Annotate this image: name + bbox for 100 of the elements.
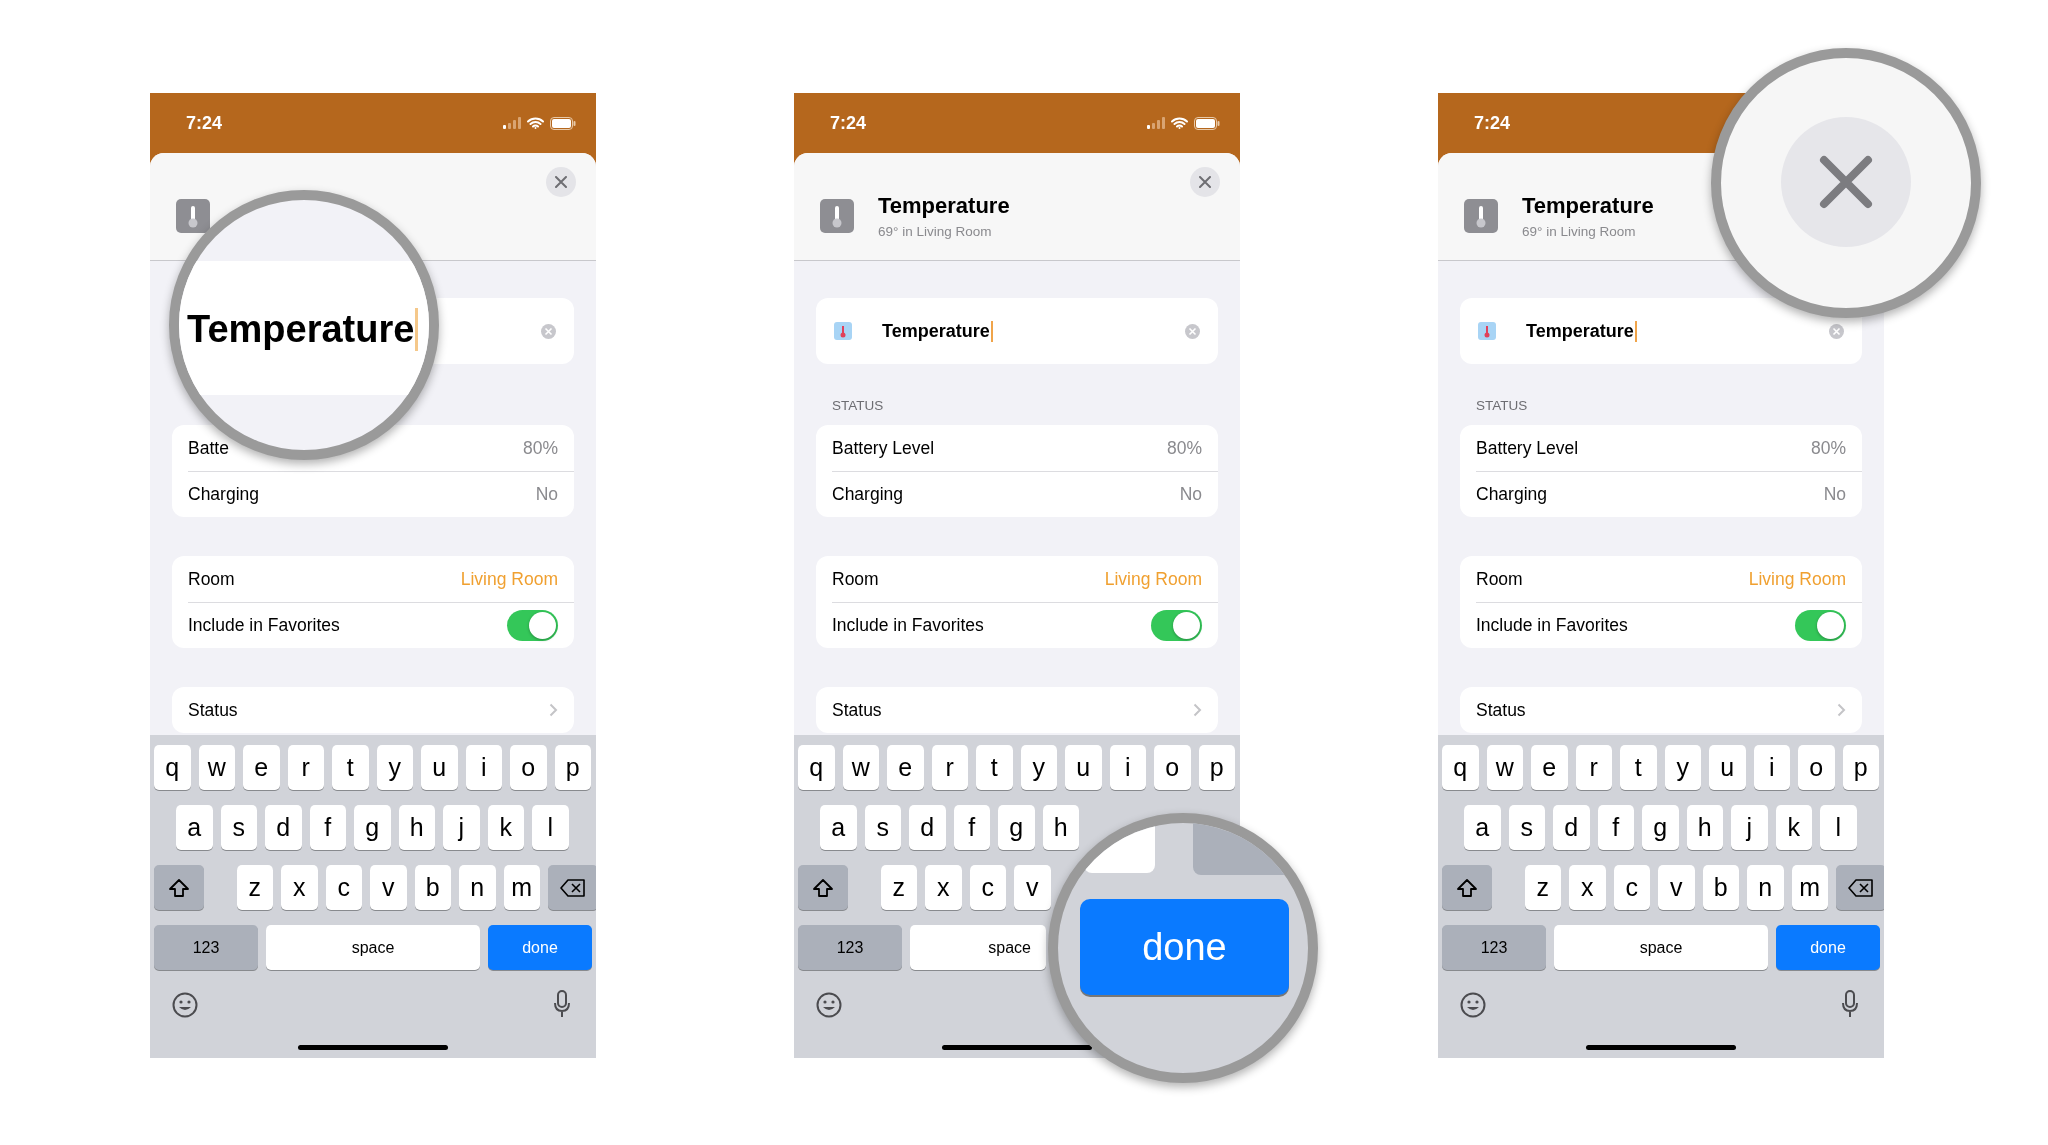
letter-key[interactable]: p bbox=[554, 745, 591, 790]
letter-key[interactable]: d bbox=[265, 805, 302, 850]
microphone-icon[interactable] bbox=[554, 990, 570, 1018]
done-key[interactable]: done bbox=[1776, 925, 1880, 970]
space-key[interactable]: space bbox=[266, 925, 480, 970]
letter-key[interactable]: q bbox=[798, 745, 835, 790]
letter-key[interactable]: m bbox=[1791, 865, 1828, 910]
letter-key[interactable]: g bbox=[1642, 805, 1679, 850]
letter-key[interactable]: f bbox=[953, 805, 990, 850]
letter-key[interactable]: x bbox=[925, 865, 962, 910]
letter-key[interactable]: p bbox=[1842, 745, 1879, 790]
letter-key[interactable]: n bbox=[1747, 865, 1784, 910]
letter-key[interactable]: a bbox=[820, 805, 857, 850]
backspace-key[interactable] bbox=[548, 865, 596, 910]
letter-key[interactable]: i bbox=[1753, 745, 1790, 790]
letter-key[interactable]: e bbox=[1531, 745, 1568, 790]
letter-key[interactable]: j bbox=[443, 805, 480, 850]
letter-key[interactable]: u bbox=[1709, 745, 1746, 790]
letter-key[interactable]: c bbox=[1613, 865, 1650, 910]
toggle-switch[interactable] bbox=[507, 609, 558, 641]
microphone-icon[interactable] bbox=[1842, 990, 1858, 1018]
letter-key[interactable]: b bbox=[1702, 865, 1739, 910]
letter-key[interactable]: s bbox=[864, 805, 901, 850]
letter-key[interactable]: c bbox=[969, 865, 1006, 910]
letter-key[interactable]: h bbox=[1686, 805, 1723, 850]
letter-key[interactable]: d bbox=[1553, 805, 1590, 850]
numbers-key[interactable]: 123 bbox=[154, 925, 258, 970]
letter-key[interactable]: y bbox=[1020, 745, 1057, 790]
letter-key[interactable]: v bbox=[370, 865, 407, 910]
close-button[interactable] bbox=[546, 167, 576, 197]
letter-key[interactable]: w bbox=[842, 745, 879, 790]
letter-key[interactable]: f bbox=[309, 805, 346, 850]
letter-key[interactable]: w bbox=[1486, 745, 1523, 790]
emoji-icon[interactable] bbox=[816, 992, 842, 1018]
row-label[interactable]: Status bbox=[188, 699, 238, 721]
letter-key[interactable]: a bbox=[1464, 805, 1501, 850]
letter-key[interactable]: e bbox=[243, 745, 280, 790]
shift-key[interactable] bbox=[1442, 865, 1492, 910]
row-label[interactable]: Status bbox=[832, 699, 882, 721]
letter-key[interactable]: v bbox=[1014, 865, 1051, 910]
letter-key[interactable]: g bbox=[998, 805, 1035, 850]
space-key[interactable]: space bbox=[1554, 925, 1768, 970]
letter-key[interactable]: i bbox=[1109, 745, 1146, 790]
done-key[interactable]: done bbox=[1080, 899, 1289, 995]
letter-key[interactable]: q bbox=[1442, 745, 1479, 790]
letter-key[interactable]: t bbox=[332, 745, 369, 790]
letter-key[interactable]: a bbox=[176, 805, 213, 850]
letter-key[interactable]: s bbox=[220, 805, 257, 850]
letter-key[interactable]: u bbox=[421, 745, 458, 790]
letter-key[interactable]: y bbox=[376, 745, 413, 790]
name-field[interactable]: Temperature bbox=[816, 298, 1218, 364]
letter-key[interactable]: o bbox=[1154, 745, 1191, 790]
row-label[interactable]: Status bbox=[1476, 699, 1526, 721]
letter-key[interactable]: c bbox=[325, 865, 362, 910]
letter-key[interactable]: d bbox=[909, 805, 946, 850]
letter-key[interactable]: f bbox=[1597, 805, 1634, 850]
letter-key[interactable]: m bbox=[503, 865, 540, 910]
backspace-key[interactable] bbox=[1836, 865, 1884, 910]
letter-key[interactable]: v bbox=[1658, 865, 1695, 910]
toggle-switch[interactable] bbox=[1151, 609, 1202, 641]
letter-key[interactable]: i bbox=[465, 745, 502, 790]
letter-key[interactable]: q bbox=[154, 745, 191, 790]
name-field[interactable]: Temperature bbox=[1460, 298, 1862, 364]
letter-key[interactable]: n bbox=[459, 865, 496, 910]
emoji-icon[interactable] bbox=[1460, 992, 1486, 1018]
letter-key[interactable]: h bbox=[1042, 805, 1079, 850]
letter-key[interactable]: j bbox=[1731, 805, 1768, 850]
letter-key[interactable]: t bbox=[976, 745, 1013, 790]
letter-key[interactable]: b bbox=[414, 865, 451, 910]
letter-key[interactable]: e bbox=[887, 745, 924, 790]
toggle-switch[interactable] bbox=[1795, 609, 1846, 641]
letter-key[interactable]: o bbox=[510, 745, 547, 790]
letter-key[interactable]: t bbox=[1620, 745, 1657, 790]
letter-key[interactable]: l bbox=[532, 805, 569, 850]
letter-key[interactable]: h bbox=[398, 805, 435, 850]
done-key[interactable]: done bbox=[488, 925, 592, 970]
numbers-key[interactable]: 123 bbox=[798, 925, 902, 970]
letter-key[interactable]: u bbox=[1065, 745, 1102, 790]
letter-key[interactable]: k bbox=[1775, 805, 1812, 850]
letter-key[interactable]: w bbox=[198, 745, 235, 790]
letter-key[interactable]: l bbox=[1820, 805, 1857, 850]
letter-key[interactable]: z bbox=[1524, 865, 1561, 910]
letter-key[interactable]: r bbox=[1575, 745, 1612, 790]
letter-key[interactable]: r bbox=[931, 745, 968, 790]
shift-key[interactable] bbox=[154, 865, 204, 910]
letter-key[interactable]: o bbox=[1798, 745, 1835, 790]
letter-key[interactable]: x bbox=[1569, 865, 1606, 910]
letter-key[interactable]: z bbox=[236, 865, 273, 910]
letter-key[interactable]: p bbox=[1198, 745, 1235, 790]
letter-key[interactable]: g bbox=[354, 805, 391, 850]
letter-key[interactable]: x bbox=[281, 865, 318, 910]
space-key[interactable]: space bbox=[910, 925, 1046, 970]
shift-key[interactable] bbox=[798, 865, 848, 910]
emoji-icon[interactable] bbox=[172, 992, 198, 1018]
letter-key[interactable]: s bbox=[1508, 805, 1545, 850]
letter-key[interactable]: r bbox=[287, 745, 324, 790]
letter-key[interactable]: k bbox=[487, 805, 524, 850]
numbers-key[interactable]: 123 bbox=[1442, 925, 1546, 970]
letter-key[interactable]: z bbox=[880, 865, 917, 910]
letter-key[interactable]: y bbox=[1664, 745, 1701, 790]
